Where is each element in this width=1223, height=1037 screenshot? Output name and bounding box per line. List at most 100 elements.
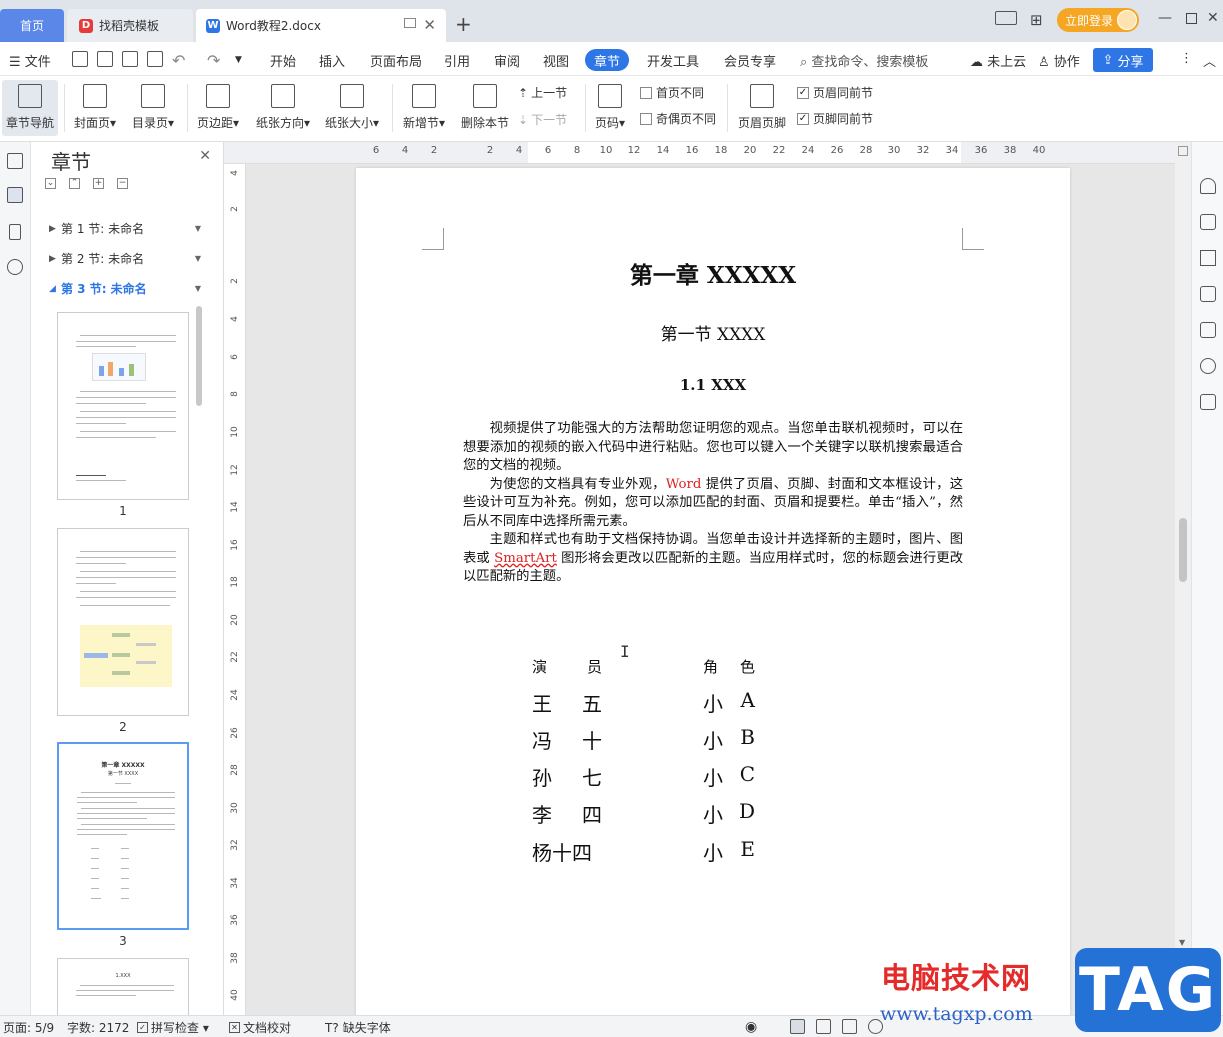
page-indicator[interactable]: 页面: 5/9 — [3, 1019, 54, 1036]
reading-view-icon[interactable] — [842, 1019, 857, 1034]
adjust-settings-icon[interactable] — [1200, 286, 1216, 302]
menu-tab-developer[interactable]: 开发工具 — [647, 51, 699, 70]
cover-page-button[interactable]: 封面页▾ — [72, 80, 118, 136]
next-section-button[interactable]: ⇣ 下一节 — [518, 111, 567, 128]
close-window-icon[interactable]: ✕ — [1207, 10, 1219, 26]
diff-first-page-checkbox[interactable]: 首页不同 — [640, 84, 704, 101]
page-thumbnail-3[interactable]: 第一章 XXXXX 第一节 XXXX — [57, 742, 189, 930]
remove-section-icon[interactable]: − — [117, 178, 128, 189]
body-text[interactable]: 视频提供了功能强大的方法帮助您证明您的观点。当您单击联机视频时，可以在想要添加的… — [463, 420, 963, 587]
prev-section-button[interactable]: ⇡ 上一节 — [518, 84, 567, 101]
redo-icon[interactable]: ↷ — [207, 51, 220, 70]
section-menu-icon[interactable]: ▼ — [195, 254, 201, 263]
close-tab-icon[interactable]: ✕ — [423, 16, 436, 34]
expanded-arrow-icon[interactable]: ◢ — [49, 284, 61, 294]
page-view-icon[interactable] — [790, 1019, 805, 1034]
toc-page-button[interactable]: 目录页▾ — [130, 80, 176, 136]
find-icon[interactable] — [7, 259, 23, 275]
new-section-button[interactable]: 新增节▾ — [400, 80, 448, 136]
navigation-pane-icon[interactable] — [7, 153, 23, 169]
page-thumbnail-1[interactable] — [57, 312, 189, 500]
spell-check-button[interactable]: ✓ 拼写检查 ▾ — [137, 1019, 209, 1036]
command-search[interactable]: ⌕ 查找命令、搜索模板 — [800, 51, 928, 70]
panel-scrollbar[interactable] — [196, 306, 202, 406]
more-icon[interactable]: ⋮ — [1180, 51, 1193, 66]
page-thumbnail-2[interactable] — [57, 528, 189, 716]
print-icon[interactable] — [122, 51, 138, 67]
split-view-icon[interactable] — [1178, 146, 1188, 156]
scrollbar-thumb[interactable] — [1179, 518, 1187, 582]
apps-grid-icon[interactable]: ⊞ — [1030, 11, 1043, 29]
menu-tab-insert[interactable]: 插入 — [319, 51, 345, 70]
section-item-2[interactable]: ▶ 第 2 节: 未命名 ▼ — [49, 250, 209, 267]
minimize-icon[interactable]: — — [1158, 10, 1172, 26]
menu-tab-view[interactable]: 视图 — [543, 51, 569, 70]
outline-view-icon[interactable] — [816, 1019, 831, 1034]
menu-tab-start[interactable]: 开始 — [270, 51, 296, 70]
orientation-button[interactable]: 纸张方向▾ — [254, 80, 312, 136]
ruler-tick: 38 — [230, 952, 240, 964]
proofread-button[interactable]: ✕ 文档校对 — [229, 1019, 291, 1036]
lightning-icon[interactable] — [1200, 358, 1216, 374]
menu-tab-section[interactable]: 章节 — [585, 49, 629, 71]
float-window-icon[interactable] — [404, 18, 416, 28]
new-tab-button[interactable]: + — [455, 12, 472, 36]
rocket-icon[interactable] — [1200, 178, 1216, 194]
collab-button[interactable]: ♙ 协作 — [1038, 51, 1080, 70]
footer-same-checkbox[interactable]: ✓ 页脚同前节 — [797, 110, 873, 127]
print-preview-icon[interactable] — [147, 51, 163, 67]
section-menu-icon[interactable]: ▼ — [195, 224, 201, 233]
menu-tab-layout[interactable]: 页面布局 — [370, 51, 422, 70]
collapse-ribbon-icon[interactable]: ︿ — [1203, 51, 1216, 70]
expand-all-icon[interactable]: ⌃ — [69, 178, 80, 189]
word-count[interactable]: 字数: 2172 — [67, 1019, 129, 1036]
save-icon[interactable] — [72, 51, 88, 67]
maximize-icon[interactable] — [1186, 13, 1197, 24]
close-panel-icon[interactable]: ✕ — [199, 148, 211, 164]
vertical-scrollbar[interactable]: ▼ — [1175, 142, 1191, 953]
eye-protection-icon[interactable]: ◉ — [745, 1019, 757, 1035]
export-pdf-icon[interactable] — [97, 51, 113, 67]
tab-docer-templates[interactable]: D 找稻壳模板 — [67, 9, 193, 42]
tab-home[interactable]: 首页 — [0, 9, 64, 42]
menu-tab-review[interactable]: 审阅 — [494, 51, 520, 70]
chapter-pane-icon[interactable] — [7, 187, 23, 203]
document-area[interactable]: 第一章 XXXXX 第一节 XXXX 1.1 XXX 视频提供了功能强大的方法帮… — [246, 164, 1175, 1015]
bookmark-icon[interactable] — [9, 224, 21, 240]
header-same-checkbox[interactable]: ✓ 页眉同前节 — [797, 84, 873, 101]
header-footer-button[interactable]: 页眉页脚 — [735, 80, 789, 136]
page-thumbnail-4[interactable]: 1.XXX — [57, 958, 189, 1015]
add-section-icon[interactable]: + — [93, 178, 104, 189]
ruler-tick: 2 — [486, 145, 494, 156]
cloud-status[interactable]: ☁ 未上云 — [970, 51, 1026, 70]
paper-size-button[interactable]: 纸张大小▾ — [323, 80, 381, 136]
missing-font-button[interactable]: T? 缺失字体 — [325, 1019, 391, 1036]
delete-section-button[interactable]: 删除本节 — [459, 80, 511, 136]
window-layout-icon[interactable] — [995, 11, 1017, 25]
section-menu-icon[interactable]: ▼ — [195, 284, 201, 293]
section-item-3[interactable]: ◢ 第 3 节: 未命名 ▼ — [49, 280, 209, 297]
tab-document[interactable]: W Word教程2.docx ✕ — [196, 9, 446, 42]
file-menu[interactable]: ☰ 文件 — [9, 51, 51, 70]
section-item-1[interactable]: ▶ 第 1 节: 未命名 ▼ — [49, 220, 209, 237]
undo-icon[interactable]: ↶ — [172, 51, 185, 70]
image-tools-icon[interactable] — [1200, 322, 1216, 338]
expand-arrow-icon[interactable]: ▶ — [49, 254, 61, 264]
quick-access-dropdown-icon[interactable]: ▼ — [235, 55, 242, 65]
share-button[interactable]: ⇪ 分享 — [1093, 48, 1153, 72]
expand-arrow-icon[interactable]: ▶ — [49, 224, 61, 234]
scroll-down-icon[interactable]: ▼ — [1179, 938, 1185, 947]
login-button[interactable]: 立即登录 — [1057, 8, 1139, 32]
pen-icon[interactable] — [1200, 214, 1216, 230]
document-page[interactable]: 第一章 XXXXX 第一节 XXXX 1.1 XXX 视频提供了功能强大的方法帮… — [356, 168, 1070, 1015]
cursor-select-icon[interactable] — [1200, 250, 1216, 266]
odd-even-checkbox[interactable]: 奇偶页不同 — [640, 110, 716, 127]
chapter-nav-button[interactable]: 章节导航 — [2, 80, 58, 136]
menu-tab-references[interactable]: 引用 — [444, 51, 470, 70]
reading-mode-icon[interactable] — [1200, 394, 1216, 410]
page-number-button[interactable]: 页码▾ — [592, 80, 628, 136]
collapse-all-icon[interactable]: ⌄ — [45, 178, 56, 189]
margins-button[interactable]: 页边距▾ — [195, 80, 241, 136]
menu-tab-member[interactable]: 会员专享 — [724, 51, 776, 70]
cover-page-icon — [83, 84, 107, 108]
